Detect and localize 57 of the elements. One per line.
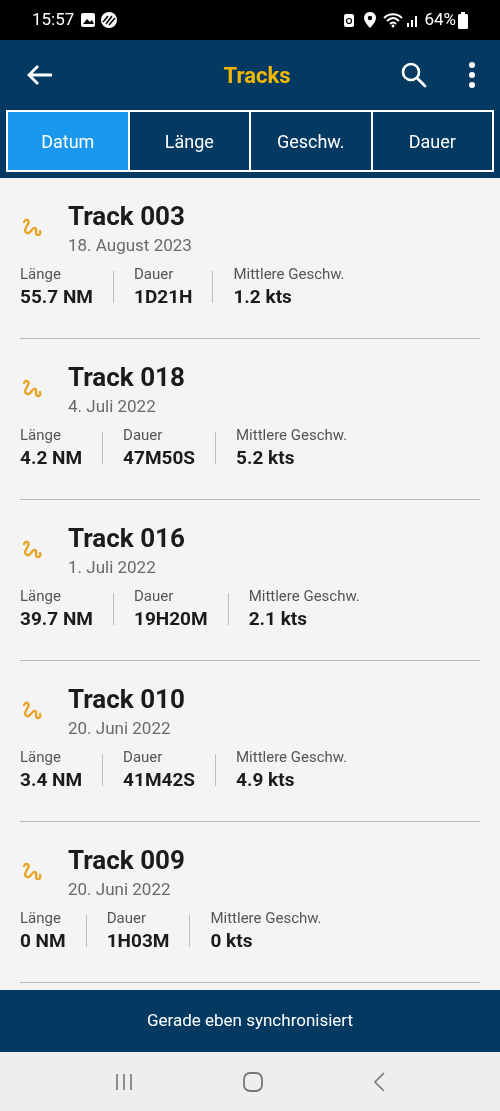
stat-value: 47M50S xyxy=(123,445,195,471)
track-name: Track 016 xyxy=(68,522,185,554)
stat-label: Mittlere Geschw. xyxy=(233,264,345,284)
track-name: Track 003 xyxy=(68,200,186,232)
stat-value: 55.7 NM xyxy=(20,284,93,310)
track-name: Track 009 xyxy=(68,844,185,876)
stat-value: 19H20M xyxy=(134,606,208,632)
location-icon xyxy=(363,11,378,29)
screen-title: Tracks xyxy=(223,61,291,90)
track-date: 18. August 2023 xyxy=(68,234,192,256)
stat-value: 39.7 NM xyxy=(20,606,93,632)
stat-value: 4.9 kts xyxy=(236,767,296,793)
track-date: 20. Juni 2022 xyxy=(68,717,172,739)
wifi-icon xyxy=(383,12,404,28)
stat-label: Länge xyxy=(20,425,62,445)
stat-label: Dauer xyxy=(106,908,147,928)
stat-value: 0 kts xyxy=(210,928,254,954)
back-icon[interactable] xyxy=(372,1070,386,1093)
recent-apps-icon[interactable] xyxy=(114,1071,134,1092)
stat-label: Mittlere Geschw. xyxy=(236,425,348,445)
track-name: Track 018 xyxy=(68,361,185,393)
stat-label: Dauer xyxy=(134,586,175,606)
stat-value: 0 NM xyxy=(20,928,66,954)
stat-label: Länge xyxy=(20,747,62,767)
stat-value: 1.2 kts xyxy=(233,284,293,310)
track-date: 4. Juli 2022 xyxy=(68,395,157,417)
battery-saver-icon xyxy=(343,12,356,28)
more-options-button[interactable] xyxy=(468,61,476,89)
stat-label: Mittlere Geschw. xyxy=(236,747,348,767)
stat-value: 2.1 kts xyxy=(248,606,308,632)
battery-icon xyxy=(458,11,468,29)
track-date: 20. Juni 2022 xyxy=(68,878,172,900)
track-date: 1. Juli 2022 xyxy=(68,556,157,578)
clock: 15:57 xyxy=(32,8,75,32)
home-icon[interactable] xyxy=(242,1070,264,1093)
stat-label: Dauer xyxy=(134,264,175,284)
image-icon xyxy=(80,12,97,28)
stat-value: 1D21H xyxy=(134,284,193,310)
stat-label: Länge xyxy=(20,908,62,928)
stat-label: Dauer xyxy=(123,425,164,445)
stat-label: Mittlere Geschw. xyxy=(210,908,322,928)
sort-tab[interactable]: Länge xyxy=(127,110,251,172)
sync-status: Gerade eben synchronisiert xyxy=(146,1009,354,1033)
stat-label: Länge xyxy=(20,586,62,606)
battery-percentage: 64% xyxy=(424,8,456,32)
sort-tab[interactable]: Geschw. xyxy=(249,110,373,172)
stat-value: 41M42S xyxy=(123,767,195,793)
stat-label: Länge xyxy=(20,264,62,284)
stat-value: 1H03M xyxy=(106,928,170,954)
stat-value: 4.2 NM xyxy=(20,445,83,471)
track-name: Track 010 xyxy=(68,683,185,715)
stat-label: Dauer xyxy=(123,747,164,767)
app-notification-icon xyxy=(100,11,119,29)
stat-value: 5.2 kts xyxy=(236,445,296,471)
stat-value: 3.4 NM xyxy=(20,767,83,793)
stat-label: Mittlere Geschw. xyxy=(248,586,360,606)
sort-tab[interactable]: Dauer xyxy=(370,110,494,172)
